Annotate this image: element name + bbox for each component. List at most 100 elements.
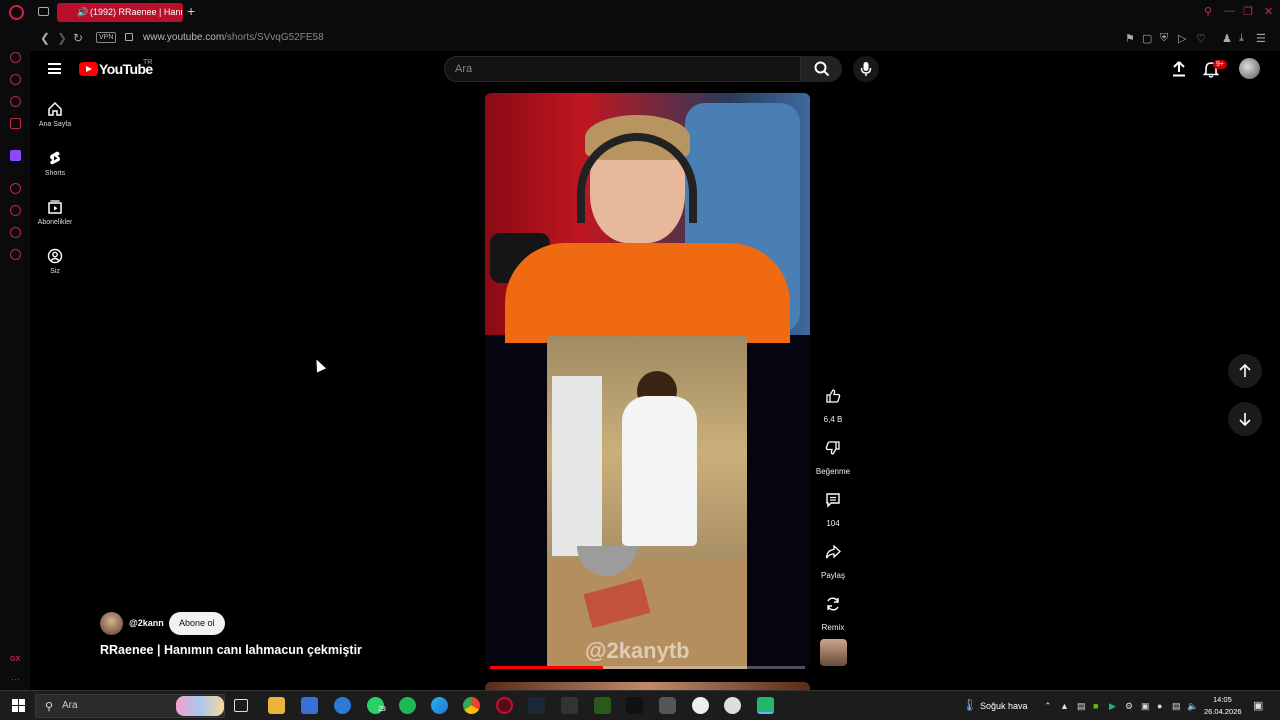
subscribe-button[interactable]: Abone ol (169, 612, 225, 635)
maximize-button[interactable]: ❐ (1243, 5, 1253, 18)
taskbar-search[interactable]: ⚲ Ara (35, 694, 225, 718)
easy-setup-icon[interactable]: ☰ (1256, 32, 1266, 45)
previous-short-button[interactable] (1228, 354, 1262, 388)
remix-button[interactable]: Remix (813, 589, 853, 632)
comments-button[interactable]: 104 (813, 485, 853, 528)
weather-text[interactable]: Soğuk hava (980, 701, 1028, 711)
lock-icon[interactable] (125, 33, 133, 41)
speaker-icon[interactable]: 🔊 (77, 3, 88, 22)
app-hex-icon[interactable] (659, 697, 676, 714)
video-progress-bar[interactable] (490, 666, 805, 669)
file-explorer-icon[interactable] (268, 697, 285, 714)
next-short-button[interactable] (1228, 402, 1262, 436)
heart-icon[interactable]: ♡ (1196, 32, 1206, 45)
minimize-button[interactable]: — (1224, 5, 1235, 17)
shield-icon[interactable]: ⛨ (1160, 32, 1168, 45)
tab-islands-icon[interactable] (38, 7, 49, 16)
search-input[interactable] (455, 61, 785, 77)
tray-play-icon[interactable]: ▶ (1109, 701, 1116, 712)
pin-icon[interactable]: ⚑ (1125, 32, 1135, 45)
search-button[interactable] (801, 56, 842, 82)
chrome-icon[interactable] (463, 697, 480, 714)
forward-button[interactable]: ❯ (57, 31, 67, 45)
video-top-frame (485, 93, 810, 343)
short-video-player[interactable]: @2kanytb (485, 93, 810, 669)
tray-steam-icon[interactable]: ▲ (1060, 701, 1069, 711)
tray-gear-icon[interactable]: ⚙ (1125, 701, 1133, 712)
sidebar-history-icon[interactable] (10, 205, 21, 216)
nav-item-subscriptions[interactable]: Abonelikler (30, 199, 80, 226)
sidebar-more-icon[interactable]: ⋯ (11, 674, 20, 685)
reload-button[interactable]: ↻ (73, 31, 83, 45)
menu-icon[interactable] (48, 63, 61, 74)
wallet-icon[interactable]: ♟ (1222, 32, 1232, 45)
windows-start-button[interactable] (12, 699, 25, 712)
new-tab-button[interactable]: + (187, 3, 195, 19)
sidebar-chat-icon[interactable] (10, 227, 21, 238)
next-short-preview[interactable] (485, 682, 810, 690)
sidebar-messenger-icon[interactable] (10, 96, 21, 107)
comment-count: 104 (826, 519, 840, 528)
dislike-label: Beğenme (815, 467, 851, 476)
sidebar-discord-icon[interactable] (10, 118, 21, 129)
weather-icon[interactable]: 🌡 (962, 698, 977, 712)
player-icon[interactable]: ▷ (1178, 32, 1186, 45)
network-icon[interactable]: ▤ (1172, 701, 1181, 712)
tray-camera-icon[interactable]: ▣ (1141, 701, 1150, 712)
cook-body-shape (622, 396, 697, 546)
gx-badge[interactable]: GX (10, 656, 20, 663)
dislike-button[interactable]: Beğenme (813, 433, 853, 476)
upload-icon[interactable] (1171, 61, 1187, 77)
mouse-cursor-icon (311, 357, 327, 373)
chat-app-icon[interactable] (724, 697, 741, 714)
thumbs-up-icon (826, 388, 841, 403)
volume-icon[interactable]: 🔈 (1187, 701, 1198, 712)
tray-nvidia-icon[interactable]: ■ (1093, 701, 1098, 711)
store-icon[interactable] (301, 697, 318, 714)
sidebar-player-icon[interactable] (10, 183, 21, 194)
tray-app-icon[interactable]: ▤ (1077, 701, 1086, 712)
game-launcher-icon[interactable] (757, 697, 774, 714)
sidebar-twitch-icon[interactable] (10, 150, 21, 161)
nav-item-home[interactable]: Ana Sayfa (30, 101, 80, 128)
outlook-icon[interactable] (334, 697, 351, 714)
share-button[interactable]: Paylaş (813, 537, 853, 580)
back-button[interactable]: ❮ (40, 31, 50, 45)
nav-item-you[interactable]: Siz (30, 248, 80, 275)
opera-gx-taskbar-icon[interactable] (496, 697, 513, 714)
youtube-logo-icon[interactable] (79, 62, 98, 76)
voice-search-button[interactable] (853, 56, 879, 82)
tray-mic-icon[interactable]: ● (1157, 701, 1162, 711)
sound-thumbnail[interactable] (820, 639, 847, 666)
opera-logo-icon[interactable] (9, 5, 24, 20)
sidebar-settings-icon[interactable] (10, 249, 21, 260)
clock-time[interactable]: 14:05 (1213, 695, 1232, 704)
sidebar-aria-icon[interactable] (10, 52, 21, 63)
obs-icon[interactable] (692, 697, 709, 714)
like-button[interactable]: 6,4 B (813, 381, 853, 424)
clock-date[interactable]: 26.04.2026 (1204, 707, 1242, 716)
nvidia-icon[interactable] (594, 697, 611, 714)
edge-icon[interactable] (431, 697, 448, 714)
tray-expand-icon[interactable]: ⌃ (1044, 701, 1052, 712)
channel-handle[interactable]: @2kann (129, 618, 164, 628)
play-icon[interactable] (626, 697, 643, 714)
snapshot-icon[interactable]: ▢ (1142, 32, 1152, 45)
close-window-button[interactable]: ✕ (1264, 5, 1273, 18)
nav-item-shorts[interactable]: Shorts (30, 150, 80, 177)
task-view-icon[interactable] (234, 699, 248, 712)
spotify-icon[interactable] (399, 697, 416, 714)
download-icon[interactable]: ⤓ (1239, 32, 1244, 45)
sidebar-shopping-icon[interactable] (10, 74, 21, 85)
url-field[interactable]: www.youtube.com/shorts/SVvqG52FE58 (143, 32, 324, 43)
vpn-badge[interactable]: VPN (96, 32, 117, 43)
steam-icon[interactable] (528, 697, 545, 714)
home-icon (48, 101, 62, 116)
notification-center-icon[interactable]: ▣ (1253, 699, 1263, 712)
channel-avatar[interactable] (100, 612, 123, 635)
account-avatar[interactable] (1239, 58, 1260, 79)
browser-tab-active[interactable]: 🔊 (1992) RRaenee | Hanım (57, 3, 183, 22)
epic-games-icon[interactable] (561, 697, 578, 714)
video-title[interactable]: RRaenee | Hanımın canı lahmacun çekmişti… (100, 643, 362, 657)
search-tabs-icon[interactable]: ⚲ (1204, 5, 1212, 18)
